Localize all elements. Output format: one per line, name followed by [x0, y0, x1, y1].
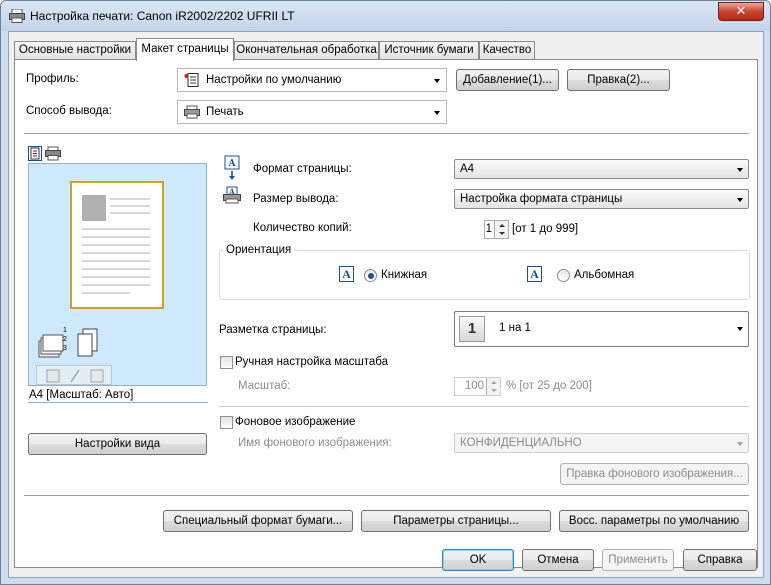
view-settings-button[interactable]: Настройки вида: [28, 433, 207, 455]
spin-arrows-icon[interactable]: [494, 221, 508, 238]
preview-binding-strip: [36, 365, 112, 385]
spin-arrows-icon: [486, 378, 500, 395]
landscape-icon: A: [527, 266, 542, 282]
profile-edit-button[interactable]: Правка(2)...: [567, 69, 670, 91]
output-method-value: Печать: [206, 106, 244, 118]
tab-basic-settings[interactable]: Основные настройки: [14, 41, 136, 60]
page-size-icon: A: [224, 155, 240, 180]
watermark-name-value: КОНФИДЕНЦИАЛЬНО: [460, 437, 582, 449]
chevron-down-icon: [737, 442, 743, 446]
profile-select[interactable]: Настройки по умолчанию: [177, 68, 447, 92]
chevron-down-icon: [434, 111, 440, 115]
preview-page-image: [70, 181, 164, 309]
close-button[interactable]: ✕: [718, 2, 764, 21]
tab-page-layout[interactable]: Макет страницы: [136, 38, 234, 61]
stack-icon: [77, 328, 98, 357]
page-size-label: Формат страницы:: [253, 163, 352, 175]
chevron-down-icon: [737, 327, 743, 331]
tab-finishing[interactable]: Окончательная обработка: [234, 41, 379, 60]
svg-text:A: A: [228, 159, 237, 169]
watermark-name-label: Имя фонового изображения:: [238, 437, 392, 449]
page-options-button[interactable]: Параметры страницы...: [361, 510, 551, 532]
staple-binding-icon: [46, 369, 104, 383]
tab-paper-source[interactable]: Источник бумаги: [379, 41, 479, 60]
landscape-label[interactable]: Альбомная: [574, 269, 634, 281]
chevron-down-icon: [434, 79, 440, 83]
portrait-icon: A: [339, 266, 354, 282]
page-layout-panel: Профиль: Настройки по умолчанию Добавлен…: [14, 59, 758, 568]
preview-page-view-toggle[interactable]: [28, 146, 42, 161]
output-size-label: Размер вывода:: [253, 193, 339, 205]
divider: [28, 402, 208, 403]
apply-button: Применить: [602, 549, 674, 571]
cancel-button[interactable]: Отмена: [522, 549, 594, 571]
restore-defaults-button[interactable]: Восс. параметры по умолчанию: [559, 510, 749, 532]
copies-value: 1: [485, 223, 492, 235]
title-bar[interactable]: Настройка печати: Canon iR2002/2202 UFRI…: [1, 1, 770, 31]
watermark-checkbox[interactable]: [220, 416, 233, 429]
portrait-radio[interactable]: [364, 269, 377, 282]
copies-label: Количество копий:: [253, 222, 352, 234]
profile-icon: [184, 73, 199, 87]
scale-label: Масштаб:: [238, 380, 291, 392]
print-settings-window: Настройка печати: Canon iR2002/2202 UFRI…: [0, 0, 771, 585]
preview-printer-view-icon[interactable]: [45, 146, 61, 161]
divider: [24, 133, 749, 134]
divider: [219, 406, 749, 407]
output-method-select[interactable]: Печать: [177, 100, 447, 124]
tab-quality[interactable]: Качество: [479, 41, 535, 60]
page-layout-label: Разметка страницы:: [219, 324, 327, 336]
chevron-down-icon: [737, 168, 743, 172]
page-size-value: A4: [460, 163, 475, 175]
profile-label: Профиль:: [26, 73, 79, 85]
manual-scaling-checkbox[interactable]: [220, 356, 233, 369]
scale-spinner: 100: [454, 377, 501, 396]
output-method-label: Способ вывода:: [26, 105, 112, 117]
watermark-label[interactable]: Фоновое изображение: [235, 416, 355, 428]
page-layout-select[interactable]: 1 1 на 1: [454, 311, 749, 347]
help-button[interactable]: Справка: [683, 549, 757, 571]
page-size-select[interactable]: A4: [454, 159, 749, 179]
page-preview: 1 2 3: [28, 163, 207, 386]
scale-value: 100: [464, 380, 484, 392]
portrait-label[interactable]: Книжная: [381, 269, 427, 281]
watermark-name-select: КОНФИДЕНЦИАЛЬНО: [454, 433, 749, 453]
dialog-client: Основные настройки Макет страницы Оконча…: [8, 31, 764, 578]
profile-add-button[interactable]: Добавление(1)...: [456, 69, 559, 91]
orientation-group: [219, 250, 750, 300]
page-icon: [30, 147, 40, 160]
landscape-radio[interactable]: [557, 269, 570, 282]
window-title: Настройка печати: Canon iR2002/2202 UFRI…: [30, 9, 295, 23]
chevron-down-icon: [737, 198, 743, 202]
printer-icon: [184, 105, 200, 119]
output-size-select[interactable]: Настройка формата страницы: [454, 189, 749, 209]
scale-range: % [от 25 до 200]: [506, 380, 592, 392]
collate-order-numbers: 1 2 3: [63, 327, 67, 352]
preview-status: A4 [Масштаб: Авто]: [29, 389, 134, 401]
divider: [24, 495, 749, 496]
page-layout-value: 1 на 1: [499, 322, 531, 334]
watermark-edit-button: Правка фонового изображения...: [560, 463, 749, 485]
profile-value: Настройки по умолчанию: [206, 74, 342, 86]
output-size-icon: A: [223, 186, 241, 204]
printer-icon: [9, 9, 25, 23]
output-size-value: Настройка формата страницы: [460, 193, 623, 205]
layout-1up-icon: 1: [459, 316, 485, 342]
custom-paper-size-button[interactable]: Специальный формат бумаги...: [163, 510, 353, 532]
orientation-label: Ориентация: [223, 244, 295, 256]
ok-button[interactable]: OK: [442, 549, 514, 571]
copies-spinner[interactable]: 1: [484, 220, 509, 239]
copies-range: [от 1 до 999]: [512, 223, 579, 235]
manual-scaling-label[interactable]: Ручная настройка масштаба: [235, 356, 388, 368]
